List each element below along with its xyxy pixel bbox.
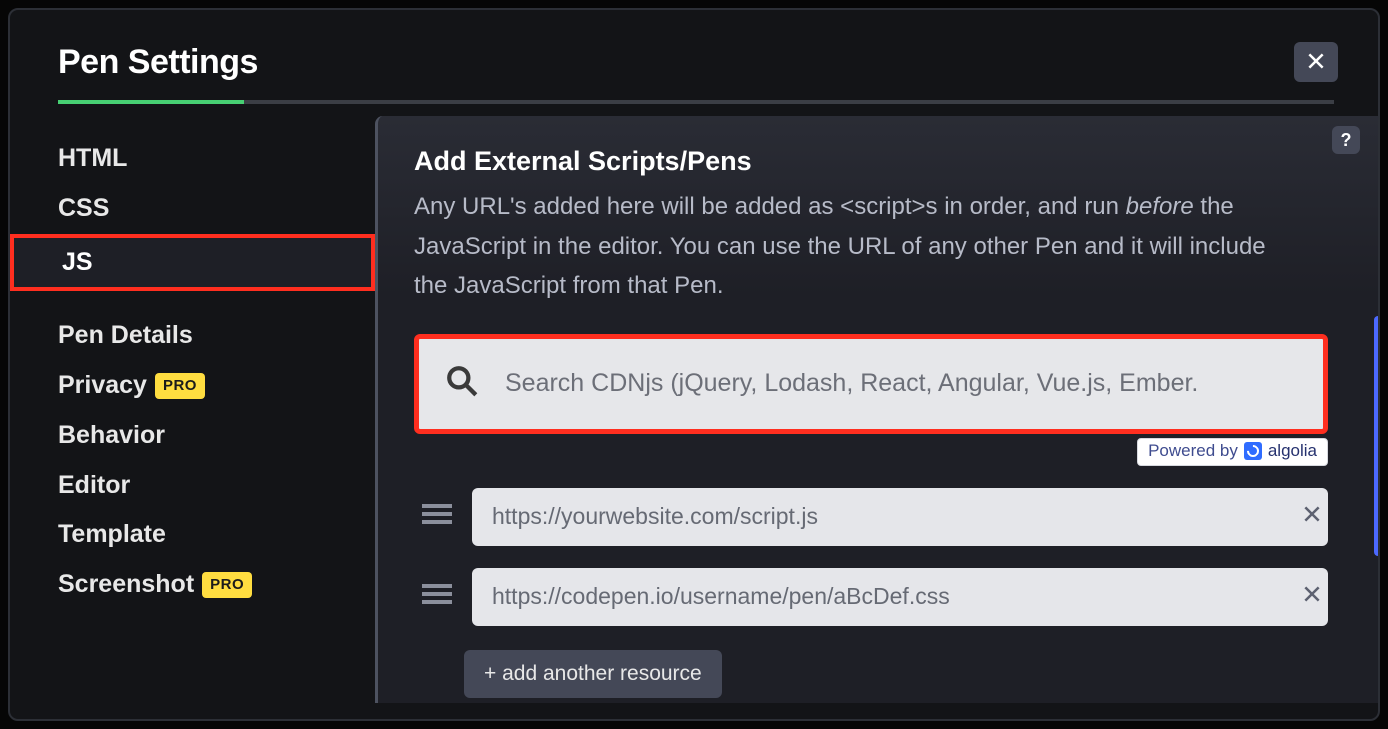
powered-by-algolia-link[interactable]: Powered by algolia: [1137, 438, 1328, 466]
sidebar-item-label: Template: [58, 518, 166, 552]
pen-settings-dialog: Pen Settings HTML CSS JS Pen Details Pr: [8, 8, 1380, 721]
sidebar-item-template[interactable]: Template: [10, 510, 375, 560]
remove-resource-button[interactable]: [1296, 581, 1328, 613]
resource-url-input[interactable]: [472, 488, 1328, 546]
sidebar-item-label: Editor: [58, 469, 130, 503]
cdn-search-box: [414, 334, 1328, 434]
dialog-title: Pen Settings: [58, 43, 258, 82]
pro-badge: PRO: [202, 572, 252, 598]
resource-row: [422, 568, 1328, 626]
sidebar-item-html[interactable]: HTML: [10, 134, 375, 184]
search-icon: [445, 364, 481, 403]
pro-badge: PRO: [155, 373, 205, 399]
sidebar-item-label: Behavior: [58, 419, 165, 453]
sidebar-item-label: Screenshot: [58, 568, 194, 602]
drag-handle-icon[interactable]: [422, 582, 456, 611]
close-icon: [1306, 51, 1326, 74]
sidebar-item-editor[interactable]: Editor: [10, 461, 375, 511]
sidebar-item-pen-details[interactable]: Pen Details: [10, 311, 375, 361]
section-title: Add External Scripts/Pens: [414, 146, 1328, 177]
sidebar-item-screenshot[interactable]: Screenshot PRO: [10, 560, 375, 610]
powered-by-text: Powered by: [1148, 441, 1238, 461]
sidebar-item-label: Privacy: [58, 369, 147, 403]
desc-emphasis: before: [1126, 193, 1194, 220]
title-underline: [58, 100, 1334, 104]
external-resource-list: [414, 488, 1328, 626]
close-button[interactable]: [1294, 42, 1338, 82]
scrollbar-thumb[interactable]: [1374, 316, 1378, 556]
drag-handle-icon[interactable]: [422, 502, 456, 531]
close-icon: [1302, 504, 1322, 529]
resource-row: [422, 488, 1328, 546]
sidebar-item-label: Pen Details: [58, 319, 193, 353]
sidebar-item-js[interactable]: JS: [10, 234, 375, 292]
resource-url-input[interactable]: [472, 568, 1328, 626]
remove-resource-button[interactable]: [1296, 501, 1328, 533]
powered-by-row: Powered by algolia: [414, 438, 1328, 466]
main-scroll[interactable]: ? Add External Scripts/Pens Any URL's ad…: [375, 116, 1378, 703]
section-description: Any URL's added here will be added as <s…: [414, 187, 1284, 306]
help-button[interactable]: ?: [1332, 126, 1360, 154]
add-resource-button[interactable]: + add another resource: [464, 650, 722, 698]
sidebar-item-privacy[interactable]: Privacy PRO: [10, 361, 375, 411]
sidebar-item-label: CSS: [58, 192, 109, 226]
sidebar-divider: [10, 291, 375, 311]
desc-text: Any URL's added here will be added as <s…: [414, 193, 1126, 220]
cdn-search-input[interactable]: [505, 369, 1305, 398]
main-panel: ? Add External Scripts/Pens Any URL's ad…: [375, 116, 1378, 703]
algolia-logo-icon: [1244, 442, 1262, 460]
dialog-header: Pen Settings: [10, 10, 1378, 82]
help-icon: ?: [1341, 130, 1352, 150]
sidebar-item-label: JS: [62, 246, 93, 280]
dialog-body: HTML CSS JS Pen Details Privacy PRO Beha…: [10, 104, 1378, 703]
sidebar: HTML CSS JS Pen Details Privacy PRO Beha…: [10, 104, 375, 703]
close-icon: [1302, 584, 1322, 609]
algolia-text: algolia: [1268, 441, 1317, 461]
sidebar-item-behavior[interactable]: Behavior: [10, 411, 375, 461]
sidebar-item-css[interactable]: CSS: [10, 184, 375, 234]
sidebar-item-label: HTML: [58, 142, 127, 176]
